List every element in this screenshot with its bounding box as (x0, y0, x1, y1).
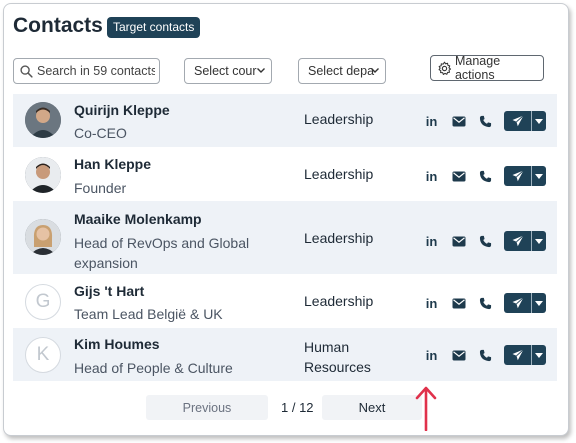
contact-actions: in (418, 231, 546, 251)
linkedin-icon[interactable]: in (418, 114, 445, 129)
email-icon[interactable] (445, 350, 472, 361)
search-input[interactable] (37, 64, 155, 78)
linkedin-icon[interactable]: in (418, 348, 445, 363)
contacts-panel: Contacts Target contacts Select cour Sel… (3, 3, 569, 436)
page-indicator: 1 / 12 (281, 400, 314, 415)
gear-icon (438, 61, 451, 75)
person-photo-icon (25, 102, 61, 138)
person-photo-icon (25, 219, 61, 255)
phone-icon[interactable] (472, 115, 499, 128)
email-icon[interactable] (445, 171, 472, 182)
country-select[interactable]: Select cour (184, 58, 272, 84)
contact-role: Team Lead België & UK (74, 306, 223, 322)
contact-name[interactable]: Quirijn Kleppe (74, 102, 170, 118)
contact-actions: in (418, 293, 546, 313)
table-row: Han Kleppe Founder Leadership in (13, 147, 557, 201)
avatar: K (25, 337, 61, 373)
contact-department: Leadership (304, 230, 374, 246)
person-photo-icon (25, 157, 61, 193)
caret-down-icon[interactable] (531, 345, 546, 365)
send-action-group (504, 166, 546, 186)
caret-down-icon[interactable] (531, 231, 546, 251)
chevron-down-icon (257, 68, 265, 73)
email-icon[interactable] (445, 116, 472, 127)
department-select[interactable]: Select depa (298, 58, 386, 84)
phone-icon[interactable] (472, 170, 499, 183)
next-page-button[interactable]: Next (322, 395, 422, 420)
contact-name[interactable]: Han Kleppe (74, 156, 151, 172)
chevron-down-icon (371, 68, 379, 73)
contact-name[interactable]: Kim Houmes (74, 336, 160, 352)
avatar (25, 102, 61, 138)
contact-department: Human Resources (304, 339, 371, 375)
send-icon[interactable] (504, 231, 531, 251)
contact-role: Head of RevOps and Global expansion (74, 235, 250, 271)
arrow-up-icon (415, 386, 437, 431)
linkedin-icon[interactable]: in (418, 234, 445, 249)
department-select-value: Select depa (308, 64, 375, 78)
table-row: K Kim Houmes Head of People & Culture Hu… (13, 328, 557, 381)
email-icon[interactable] (445, 236, 472, 247)
table-row: Maaike Molenkamp Head of RevOps and Glob… (13, 201, 557, 274)
send-icon[interactable] (504, 166, 531, 186)
avatar (25, 157, 61, 193)
contact-department: Leadership (304, 166, 374, 182)
manage-actions-label: Manage actions (454, 54, 501, 82)
avatar (25, 219, 61, 255)
send-action-group (504, 345, 546, 365)
send-action-group (504, 293, 546, 313)
table-row: Quirijn Kleppe Co-CEO Leadership in (13, 94, 557, 147)
send-action-group (504, 111, 546, 131)
contact-role: Founder (74, 180, 127, 196)
phone-icon[interactable] (472, 235, 499, 248)
previous-page-button[interactable]: Previous (146, 395, 268, 420)
email-icon[interactable] (445, 298, 472, 309)
phone-icon[interactable] (472, 297, 499, 310)
linkedin-icon[interactable]: in (418, 296, 445, 311)
contact-name[interactable]: Maaike Molenkamp (74, 211, 202, 227)
contact-name[interactable]: Gijs 't Hart (74, 283, 144, 299)
contact-role: Co-CEO (74, 125, 127, 141)
caret-down-icon[interactable] (531, 111, 546, 131)
send-action-group (504, 231, 546, 251)
send-icon[interactable] (504, 345, 531, 365)
contact-department: Leadership (304, 293, 374, 309)
send-icon[interactable] (504, 293, 531, 313)
phone-icon[interactable] (472, 349, 499, 362)
target-contacts-badge[interactable]: Target contacts (107, 17, 201, 38)
country-select-value: Select cour (194, 64, 257, 78)
linkedin-icon[interactable]: in (418, 169, 445, 184)
contact-actions: in (418, 166, 546, 186)
send-icon[interactable] (504, 111, 531, 131)
contact-actions: in (418, 345, 546, 365)
caret-down-icon[interactable] (531, 293, 546, 313)
search-box[interactable] (13, 58, 160, 84)
contact-department: Leadership (304, 111, 374, 127)
contact-role: Head of People & Culture (74, 360, 233, 376)
manage-actions-button[interactable]: Manage actions (430, 54, 544, 82)
table-row: G Gijs 't Hart Team Lead België & UK Lea… (13, 274, 557, 328)
contact-actions: in (418, 111, 546, 131)
avatar: G (25, 284, 61, 320)
search-icon (20, 64, 33, 78)
page-title: Contacts (13, 14, 103, 37)
caret-down-icon[interactable] (531, 166, 546, 186)
